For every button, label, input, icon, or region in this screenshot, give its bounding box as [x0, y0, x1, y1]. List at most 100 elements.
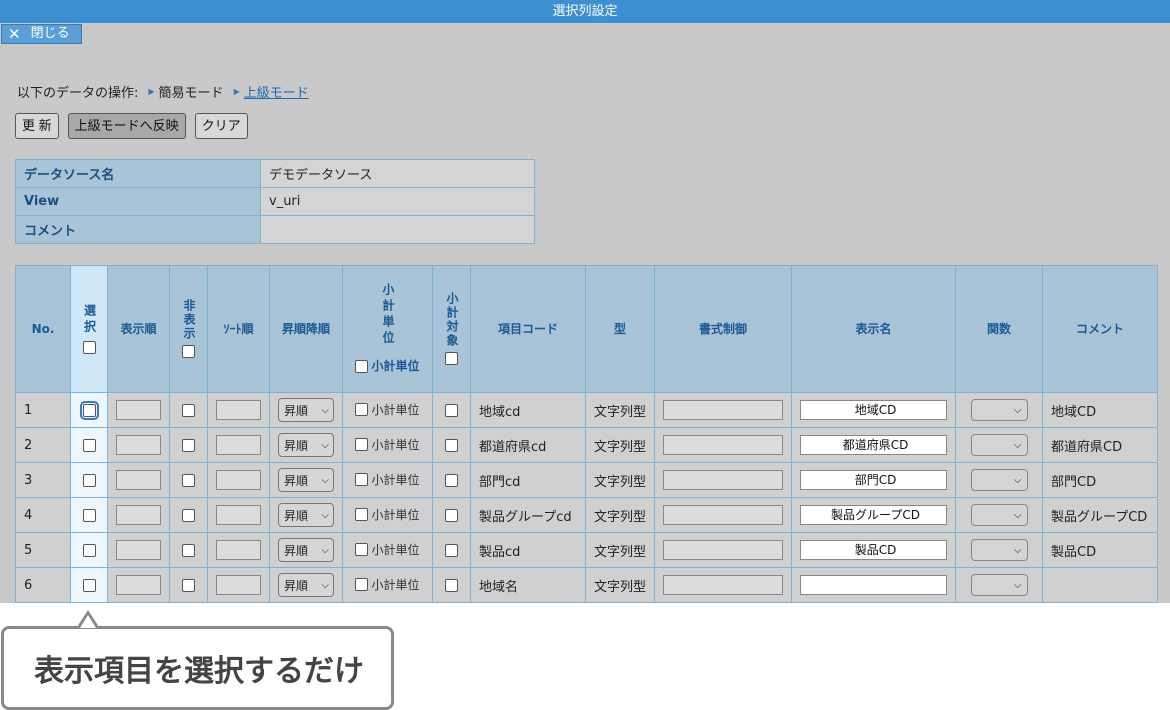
sort-order-input[interactable] — [216, 435, 261, 455]
subtotal-unit-checkbox[interactable] — [355, 472, 369, 486]
table-row: 5 昇順 ⌵ 小計単位 製品cd 文字列型 製品CD ⌵ 製品CD — [15, 532, 1158, 568]
item-code: 製品グループcd — [470, 497, 586, 533]
callout-pointer-fill — [80, 615, 96, 628]
sort-order-input[interactable] — [216, 400, 261, 420]
hidden-cell — [169, 497, 208, 533]
display-order-input[interactable] — [116, 540, 161, 560]
advanced-mode-link[interactable]: 上級モード — [244, 82, 309, 101]
table-row: 2 昇順 ⌵ 小計単位 都道府県cd 文字列型 都道府県CD ⌵ 都道府県CD — [15, 427, 1158, 463]
subtotal-unit-option[interactable]: 小計単位 — [355, 401, 420, 418]
col-display-name: 表示名 — [791, 265, 956, 393]
select-cell — [70, 567, 108, 603]
hidden-checkbox[interactable] — [182, 543, 195, 557]
subtotal-unit-checkbox[interactable] — [355, 507, 369, 521]
select-checkbox[interactable] — [82, 543, 96, 557]
row-comment: 製品CD — [1042, 532, 1158, 568]
chevron-down-icon: ⌵ — [321, 404, 329, 416]
hidden-checkbox[interactable] — [182, 473, 195, 487]
subtotal-target-cell — [432, 497, 471, 533]
format-input[interactable] — [663, 470, 783, 490]
subtotal-target-checkbox[interactable] — [445, 578, 458, 592]
display-name-cell: 製品グループCD — [791, 497, 956, 533]
display-order-input[interactable] — [116, 435, 161, 455]
format-input[interactable] — [663, 575, 783, 595]
select-checkbox[interactable] — [82, 473, 96, 487]
sort-order-input[interactable] — [216, 505, 261, 525]
clear-button[interactable]: クリア — [194, 113, 248, 139]
subtotal-unit-checkbox[interactable] — [355, 577, 369, 591]
function-cell: ⌵ — [955, 532, 1043, 568]
format-input[interactable] — [663, 400, 783, 420]
subtotal-unit-option[interactable]: 小計単位 — [355, 541, 420, 558]
format-input[interactable] — [663, 540, 783, 560]
asc-desc-select[interactable]: 昇順 ⌵ — [278, 398, 334, 422]
subtotal-target-cell — [432, 427, 471, 463]
display-order-input[interactable] — [116, 400, 161, 420]
asc-desc-cell: 昇順 ⌵ — [269, 497, 343, 533]
subtotal-unit-checkbox[interactable] — [355, 542, 369, 556]
display-name-input[interactable]: 地域CD — [800, 400, 947, 420]
select-all-checkbox[interactable] — [82, 340, 96, 354]
asc-desc-select[interactable]: 昇順 ⌵ — [278, 468, 334, 492]
asc-desc-select[interactable]: 昇順 ⌵ — [278, 573, 334, 597]
subtotal-target-all-checkbox[interactable] — [445, 351, 458, 365]
col-select-label: 選択 — [82, 303, 97, 336]
format-input[interactable] — [663, 435, 783, 455]
function-select[interactable]: ⌵ — [970, 574, 1028, 596]
asc-desc-select[interactable]: 昇順 ⌵ — [278, 538, 334, 562]
function-cell: ⌵ — [955, 462, 1043, 498]
table-row: 1 昇順 ⌵ 小計単位 地域cd 文字列型 地域CD ⌵ 地域CD — [15, 392, 1158, 428]
subtotal-unit-checkbox[interactable] — [355, 437, 369, 451]
subtotal-target-checkbox[interactable] — [445, 403, 458, 417]
info-value: デモデータソース — [260, 159, 535, 188]
sort-order-input[interactable] — [216, 575, 261, 595]
function-select[interactable]: ⌵ — [970, 399, 1028, 421]
row-comment: 製品グループCD — [1042, 497, 1158, 533]
function-select[interactable]: ⌵ — [970, 504, 1028, 526]
display-name-input[interactable]: 部門CD — [800, 470, 947, 490]
hidden-checkbox[interactable] — [182, 438, 195, 452]
function-select[interactable]: ⌵ — [970, 539, 1028, 561]
hidden-checkbox[interactable] — [182, 403, 195, 417]
display-order-input[interactable] — [116, 575, 161, 595]
asc-desc-select[interactable]: 昇順 ⌵ — [278, 433, 334, 457]
close-button[interactable]: ✕ 閉じる — [1, 24, 82, 44]
display-name-input[interactable]: 製品CD — [800, 540, 947, 560]
sort-order-input[interactable] — [216, 540, 261, 560]
format-input[interactable] — [663, 505, 783, 525]
subtotal-target-checkbox[interactable] — [445, 438, 458, 452]
display-name-input[interactable] — [800, 575, 947, 595]
select-checkbox[interactable] — [82, 578, 96, 592]
select-checkbox[interactable] — [79, 400, 99, 420]
subtotal-unit-option[interactable]: 小計単位 — [355, 471, 420, 488]
hidden-checkbox[interactable] — [182, 578, 195, 592]
hidden-checkbox[interactable] — [182, 508, 195, 522]
subtotal-unit-checkbox[interactable] — [355, 402, 369, 416]
asc-desc-select[interactable]: 昇順 ⌵ — [278, 503, 334, 527]
select-checkbox[interactable] — [82, 508, 96, 522]
function-select[interactable]: ⌵ — [970, 469, 1028, 491]
col-subtotal-target: 小計対象 — [432, 265, 471, 393]
select-checkbox[interactable] — [82, 438, 96, 452]
display-name-input[interactable]: 製品グループCD — [800, 505, 947, 525]
hide-all-checkbox[interactable] — [182, 344, 195, 358]
display-name-input[interactable]: 都道府県CD — [800, 435, 947, 455]
row-no: 3 — [15, 462, 71, 498]
update-button[interactable]: 更 新 — [15, 113, 59, 139]
display-order-input[interactable] — [116, 470, 161, 490]
function-cell: ⌵ — [955, 567, 1043, 603]
apply-advanced-button[interactable]: 上級モードへ反映 — [67, 113, 186, 139]
select-cell — [70, 532, 108, 568]
subtotal-target-checkbox[interactable] — [445, 508, 458, 522]
sort-order-cell — [207, 427, 270, 463]
subtotal-unit-option[interactable]: 小計単位 — [355, 436, 420, 453]
subtotal-unit-option[interactable]: 小計単位 — [355, 506, 420, 523]
function-select[interactable]: ⌵ — [970, 434, 1028, 456]
subtotal-unit-all-checkbox[interactable] — [355, 359, 369, 373]
sort-order-input[interactable] — [216, 470, 261, 490]
subtotal-target-checkbox[interactable] — [445, 473, 458, 487]
subtotal-target-checkbox[interactable] — [445, 543, 458, 557]
display-order-input[interactable] — [116, 505, 161, 525]
subtotal-unit-option[interactable]: 小計単位 — [355, 576, 420, 593]
row-no: 1 — [15, 392, 71, 428]
